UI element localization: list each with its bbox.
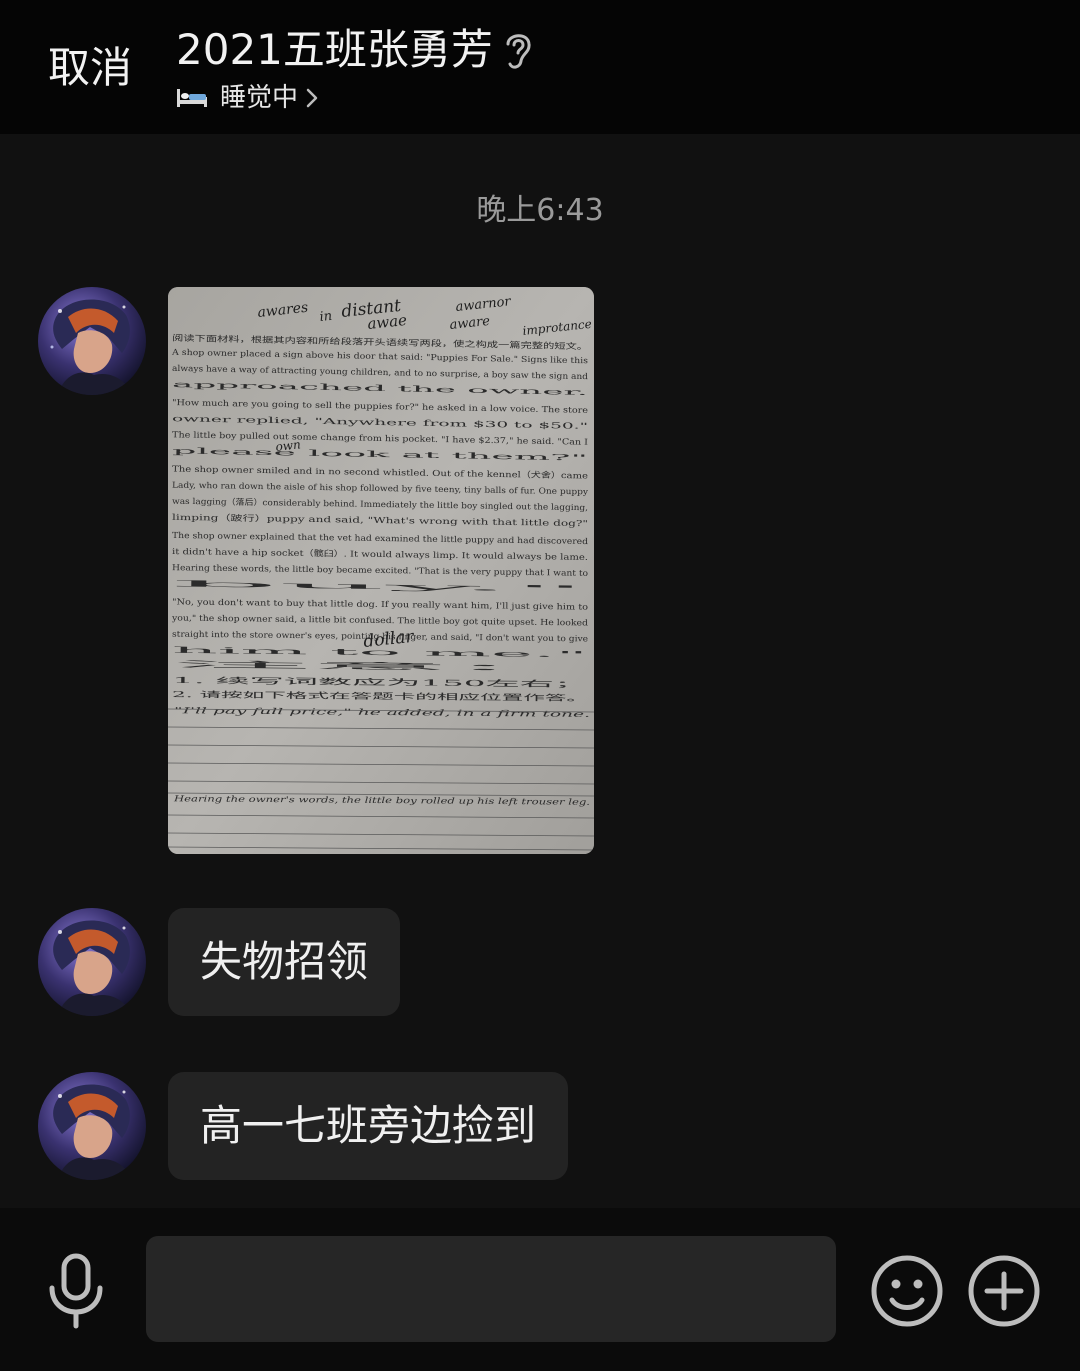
chevron-right-icon bbox=[306, 88, 318, 108]
avatar[interactable] bbox=[38, 908, 146, 1016]
avatar[interactable] bbox=[38, 1072, 146, 1180]
image-message[interactable]: 阅读下面材料，根据其内容和所给段落开头语续写两段，使之构成一篇完整的短文。 A s… bbox=[168, 287, 594, 854]
chat-screen: 取消 2021五班张勇芳 睡觉中 晚上6:43 阅读下面材料，根据其内容和所给段… bbox=[0, 0, 1080, 1371]
text-message[interactable]: 失物招领 bbox=[168, 908, 401, 1016]
avatar[interactable] bbox=[38, 287, 146, 395]
plus-icon[interactable] bbox=[967, 1254, 1041, 1328]
chat-header: 取消 2021五班张勇芳 睡觉中 bbox=[0, 0, 1080, 134]
emoji-icon[interactable] bbox=[870, 1254, 944, 1328]
bed-icon bbox=[177, 89, 207, 107]
microphone-icon[interactable] bbox=[44, 1252, 108, 1332]
message-timestamp: 晚上6:43 bbox=[476, 193, 604, 228]
handwritten-note: own bbox=[275, 437, 302, 454]
message-input[interactable] bbox=[146, 1236, 836, 1342]
ear-icon[interactable] bbox=[500, 28, 534, 72]
status-text: 睡觉中 bbox=[220, 83, 299, 113]
cancel-button[interactable]: 取消 bbox=[48, 40, 132, 96]
status-row[interactable]: 睡觉中 bbox=[176, 80, 318, 116]
handwritten-note: in bbox=[319, 309, 333, 325]
chat-title: 2021五班张勇芳 bbox=[176, 25, 493, 74]
worksheet-photo: 阅读下面材料，根据其内容和所给段落开头语续写两段，使之构成一篇完整的短文。A s… bbox=[168, 287, 594, 854]
text-message[interactable]: 高一七班旁边捡到 bbox=[168, 1072, 569, 1180]
